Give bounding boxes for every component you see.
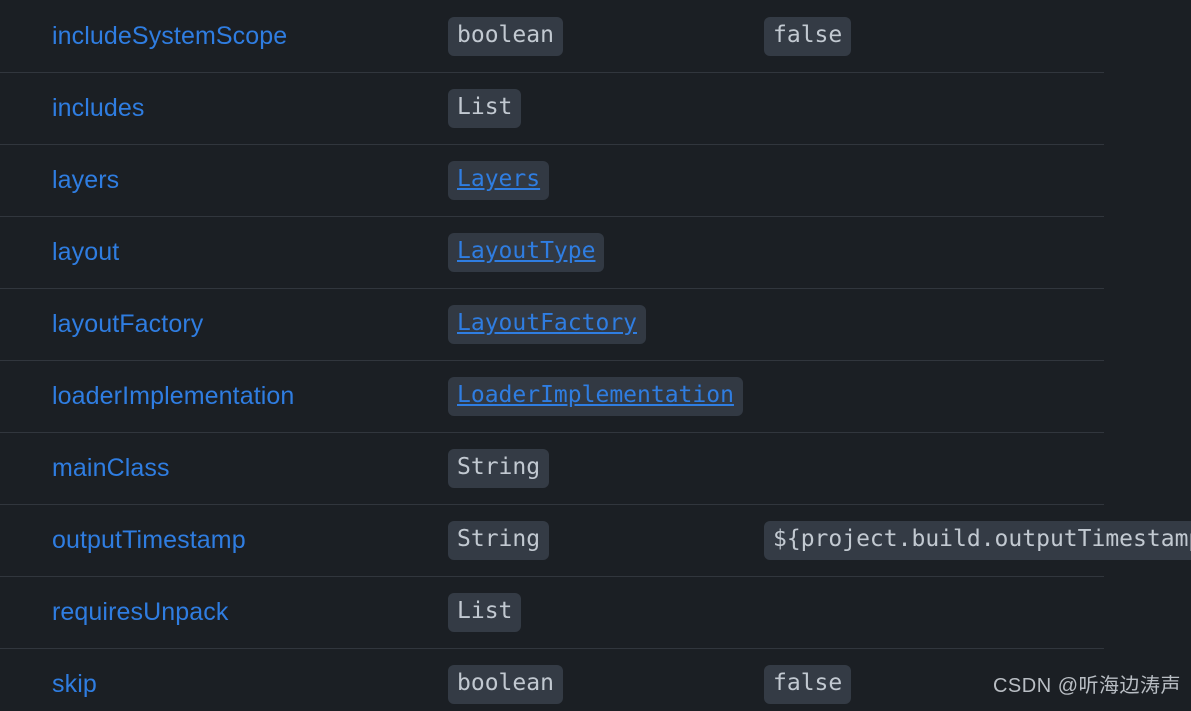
parameter-name-cell: layoutFactory [52, 311, 448, 337]
parameter-default-cell: false [764, 16, 1191, 56]
parameter-type-badge: List [448, 88, 522, 128]
table-row: outputTimestamp String ${project.build.out… [0, 504, 1191, 576]
parameter-name-link[interactable]: layers [52, 167, 119, 193]
parameter-type-cell: String [448, 448, 764, 488]
parameter-type-cell: LoaderImplementation [448, 376, 764, 416]
parameter-type-link[interactable]: LayoutFactory [448, 304, 647, 344]
parameter-name-link[interactable]: mainClass [52, 455, 170, 481]
parameter-name-link[interactable]: includes [52, 95, 145, 121]
parameter-type-cell: LayoutType [448, 232, 764, 272]
parameter-type-link[interactable]: LoaderImplementation [448, 376, 743, 416]
parameter-name-cell: requiresUnpack [52, 599, 448, 625]
parameter-name-cell: includeSystemScope [52, 23, 448, 49]
parameter-type-cell: List [448, 88, 764, 128]
parameter-default-badge: false [764, 16, 852, 56]
parameter-name-cell: layers [52, 167, 448, 193]
table-row: skip boolean false [0, 648, 1191, 711]
parameter-name-link[interactable]: layout [52, 239, 119, 265]
parameter-type-badge: boolean [448, 16, 563, 56]
parameter-type-cell: String [448, 520, 764, 560]
parameter-type-badge: List [448, 592, 522, 632]
parameter-default-badge: ${project.build.outputTimestamp} [764, 520, 1191, 560]
parameter-type-cell: Layers [448, 160, 764, 200]
parameter-type-cell: LayoutFactory [448, 304, 764, 344]
parameter-name-link[interactable]: includeSystemScope [52, 23, 287, 49]
parameters-table: includeSystemScope boolean false includes Li… [0, 0, 1191, 711]
table-row: mainClass String [0, 432, 1191, 504]
parameter-type-cell: boolean [448, 664, 764, 704]
table-row: layoutFactory LayoutFactory [0, 288, 1191, 360]
parameter-name-cell: includes [52, 95, 448, 121]
table-row: includeSystemScope boolean false [0, 0, 1191, 72]
parameter-default-badge: false [764, 664, 852, 704]
parameter-name-cell: mainClass [52, 455, 448, 481]
table-row: includes List [0, 72, 1191, 144]
parameter-type-badge: boolean [448, 664, 563, 704]
parameter-name-cell: skip [52, 671, 448, 697]
parameter-type-cell: boolean [448, 16, 764, 56]
table-row: loaderImplementation LoaderImplementation [0, 360, 1191, 432]
parameter-name-cell: outputTimestamp [52, 527, 448, 553]
parameter-name-link[interactable]: loaderImplementation [52, 383, 294, 409]
table-row: requiresUnpack List [0, 576, 1191, 648]
parameter-type-cell: List [448, 592, 764, 632]
parameter-type-link[interactable]: LayoutType [448, 232, 605, 272]
parameter-name-link[interactable]: requiresUnpack [52, 599, 229, 625]
parameter-type-link[interactable]: Layers [448, 160, 550, 200]
parameter-type-badge: String [448, 448, 550, 488]
parameter-name-cell: layout [52, 239, 448, 265]
parameter-default-cell: false [764, 664, 1191, 704]
parameter-default-cell: ${project.build.outputTimestamp} [764, 520, 1191, 560]
parameter-name-link[interactable]: layoutFactory [52, 311, 203, 337]
parameter-name-link[interactable]: skip [52, 671, 97, 697]
parameter-name-cell: loaderImplementation [52, 383, 448, 409]
parameter-name-link[interactable]: outputTimestamp [52, 527, 246, 553]
parameter-type-badge: String [448, 520, 550, 560]
table-row: layers Layers [0, 144, 1191, 216]
table-row: layout LayoutType [0, 216, 1191, 288]
